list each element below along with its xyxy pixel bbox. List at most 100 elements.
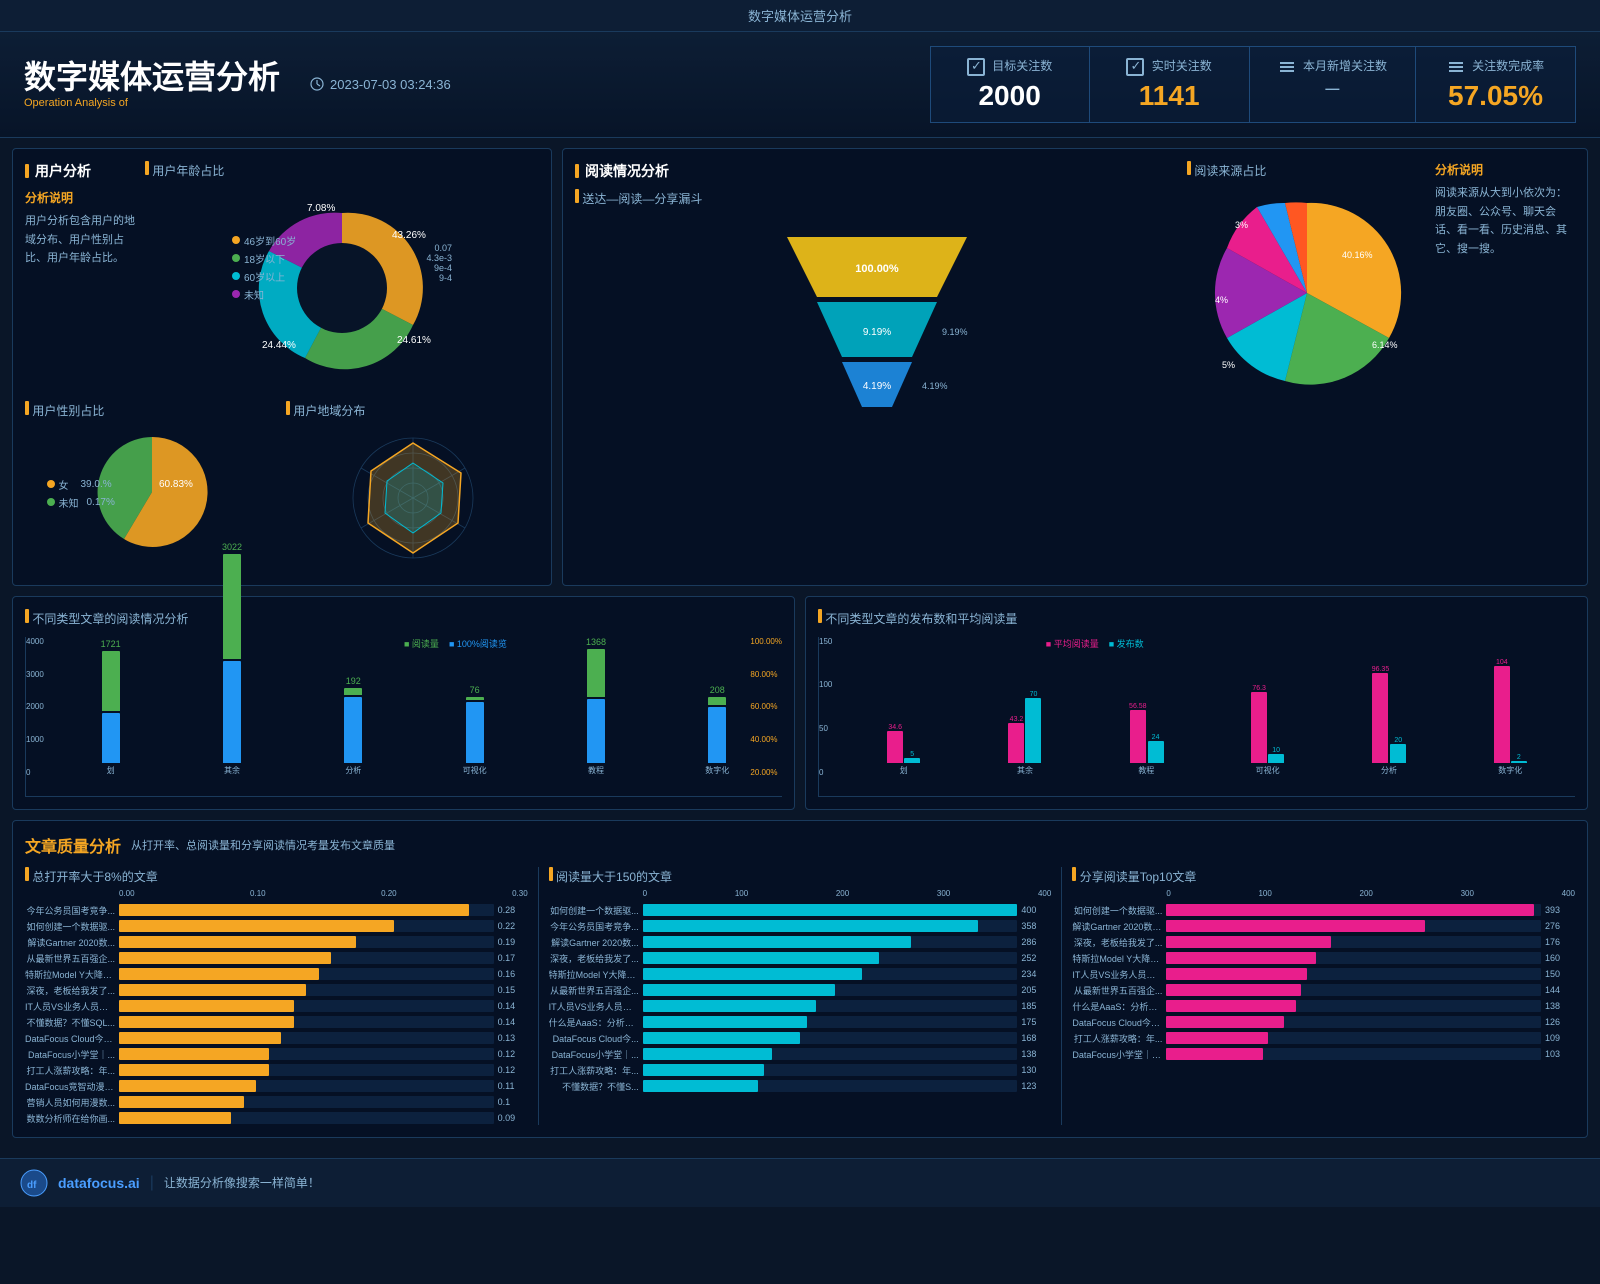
bar-value: 358	[1021, 921, 1051, 931]
source-pie-title: 阅读来源占比	[1187, 161, 1427, 179]
bar-fill	[119, 1032, 281, 1044]
bar-fill	[119, 920, 394, 932]
gender-pie: 60.83% 女39.0.% 未知0.17%	[87, 427, 217, 557]
quality-charts-row: 总打开率大于8%的文章 0.000.100.200.30 今年公务员国考竞争..…	[25, 867, 1575, 1125]
bar-value: 0.09	[498, 1113, 528, 1123]
bar-label: 深夜，老板给我发了...	[25, 984, 115, 997]
reading-note-label: 分析说明	[1435, 161, 1575, 178]
list-item: 从最新世界五百强企... 144	[1072, 984, 1575, 997]
list-item: 打工人涨薪攻略：年... 130	[549, 1064, 1052, 1077]
reading-analysis-note: 分析说明 阅读来源从大到小依次为：朋友圈、公众号、聊天会话、看一看、历史消息、其…	[1435, 161, 1575, 573]
bar-label: 特斯拉Model Y大降价...	[549, 968, 639, 981]
region-radar-svg	[323, 423, 503, 573]
bar-value: 0.28	[498, 905, 528, 915]
bar-fill	[643, 1000, 816, 1012]
list-item: DataFocus Cloud今日... 126	[1072, 1016, 1575, 1029]
bar-track	[119, 1096, 494, 1108]
bar-track	[643, 1032, 1018, 1044]
bar-fill	[119, 904, 469, 916]
bar-track	[119, 1112, 494, 1124]
bar-value: 205	[1021, 985, 1051, 995]
footer: df datafocus.ai | 让数据分析像搜索一样简单！	[0, 1158, 1600, 1207]
svg-text:24.44%: 24.44%	[262, 340, 296, 351]
bar-track	[643, 968, 1018, 980]
list-item: 解读Gartner 2020数... 0.19	[25, 936, 528, 949]
bar-label: DataFocus Cloud今日...	[25, 1032, 115, 1045]
bar-visual-reads	[466, 697, 484, 700]
bar-label: 从最新世界五百强企...	[25, 952, 115, 965]
list-item: 打工人涨薪攻略：年... 109	[1072, 1032, 1575, 1045]
bar-track	[119, 904, 494, 916]
open-rate-bars: 今年公务员国考竞争... 0.28 如何创建一个数据驱... 0.22 解读Ga…	[25, 904, 528, 1125]
bar-track	[119, 1016, 494, 1028]
list-item: DataFocus Cloud今... 168	[549, 1032, 1052, 1045]
bar-value: 138	[1545, 1001, 1575, 1011]
bar-label: 解读Gartner 2020数...	[25, 936, 115, 949]
bar-track	[119, 1048, 494, 1060]
bar-value: 0.22	[498, 921, 528, 931]
funnel-chart: 100.00% 9.19% 4.19% 9.19% 4.19%	[575, 217, 1179, 422]
bar-label: DataFocus小学堂｜...	[549, 1048, 639, 1061]
svg-text:9.19%: 9.19%	[863, 327, 891, 338]
bar-tutorial-reads	[587, 649, 605, 697]
publish-legend: ■ 平均阅读量 ■ 发布数	[1046, 637, 1144, 650]
region-radar	[323, 423, 503, 573]
bar-fill	[1166, 936, 1331, 948]
footer-tagline: 让数据分析像搜索一样简单！	[164, 1174, 320, 1191]
bar-label: 不懂数据？不懂SQL...	[25, 1016, 115, 1029]
bar-track	[643, 904, 1018, 916]
header-time: 2023-07-03 03:24:36	[310, 77, 451, 92]
list-item: DataFocus小学堂｜... 0.12	[25, 1048, 528, 1061]
bar-value: 0.12	[498, 1049, 528, 1059]
bar-value: 126	[1545, 1017, 1575, 1027]
list-item: IT人员VS业务人员辩... 0.14	[25, 1000, 528, 1013]
title-bar-accent	[25, 164, 29, 178]
list-item: 今年公务员国考竞争... 0.28	[25, 904, 528, 917]
svg-text:6.14%: 6.14%	[1372, 340, 1398, 350]
list-item: 特斯拉Model Y大降价... 234	[549, 968, 1052, 981]
title-bar-accent-8	[25, 609, 29, 623]
bar-label: DataFocus小学堂｜...	[25, 1048, 115, 1061]
share-top10-bars: 如何创建一个数据驱... 393 解读Gartner 2020数据... 276…	[1072, 904, 1575, 1061]
list-item: 打工人涨薪攻略：年... 0.12	[25, 1064, 528, 1077]
bar-label: 特斯拉Model Y大降价...	[1072, 952, 1162, 965]
header-title-group: 数字媒体运营分析 Operation Analysis of	[24, 60, 280, 109]
bar-fill	[643, 1048, 772, 1060]
quality-header: 文章质量分析 从打开率、总阅读量和分享阅读情况考量发布文章质量	[25, 833, 1575, 857]
bar-label: 数数分析师在给你画...	[25, 1112, 115, 1125]
pub-analysis-avg	[1372, 673, 1388, 763]
user-analysis-note: 用户分析 分析说明 用户分析包含用户的地域分布、用户性别占比、用户年龄占比。	[25, 161, 135, 393]
bar-value: 144	[1545, 985, 1575, 995]
list-item: 深夜，老板给我发了... 176	[1072, 936, 1575, 949]
pub-group-visual: 76.3 10 可视化	[1213, 685, 1322, 776]
bar-value: 400	[1021, 905, 1051, 915]
svg-text:7.08%: 7.08%	[307, 203, 335, 214]
bar-track	[1166, 920, 1541, 932]
bar-value: 123	[1021, 1081, 1051, 1091]
pub-other-avg	[1008, 723, 1024, 763]
pub-other-count	[1025, 698, 1041, 763]
bar-track	[643, 1080, 1018, 1092]
bar-fill	[643, 1016, 807, 1028]
stat-target-label: 目标关注数	[959, 57, 1061, 76]
type-legend: ■ 阅读量 ■ 100%阅读览	[404, 637, 507, 650]
bar-value: 103	[1545, 1049, 1575, 1059]
high-reads-title: 阅读量大于150的文章	[549, 867, 1052, 885]
svg-text:100.00%: 100.00%	[855, 263, 899, 275]
source-pie-chart: 40.16% 6.14% 5% 4% 3%	[1197, 183, 1417, 403]
reading-type-panel: 不同类型文章的阅读情况分析 40003000200010000 100.00%8…	[12, 596, 795, 810]
bar-digital-reads	[708, 697, 726, 705]
bar-group-other: 3022 其余	[177, 542, 286, 776]
bar-value: 393	[1545, 905, 1575, 915]
bar-value: 0.1	[498, 1097, 528, 1107]
bar-fill	[643, 952, 879, 964]
list-item: 如何创建一个数据驱... 393	[1072, 904, 1575, 917]
pub-tutorial-avg	[1130, 710, 1146, 763]
bar-fill	[119, 936, 356, 948]
bar-value: 234	[1021, 969, 1051, 979]
bar-track	[119, 968, 494, 980]
bar-group-tutorial: 1368 教程	[541, 637, 650, 776]
bar-value: 109	[1545, 1033, 1575, 1043]
list-item: 不懂数据？不懂SQL... 0.14	[25, 1016, 528, 1029]
bar-track	[119, 952, 494, 964]
